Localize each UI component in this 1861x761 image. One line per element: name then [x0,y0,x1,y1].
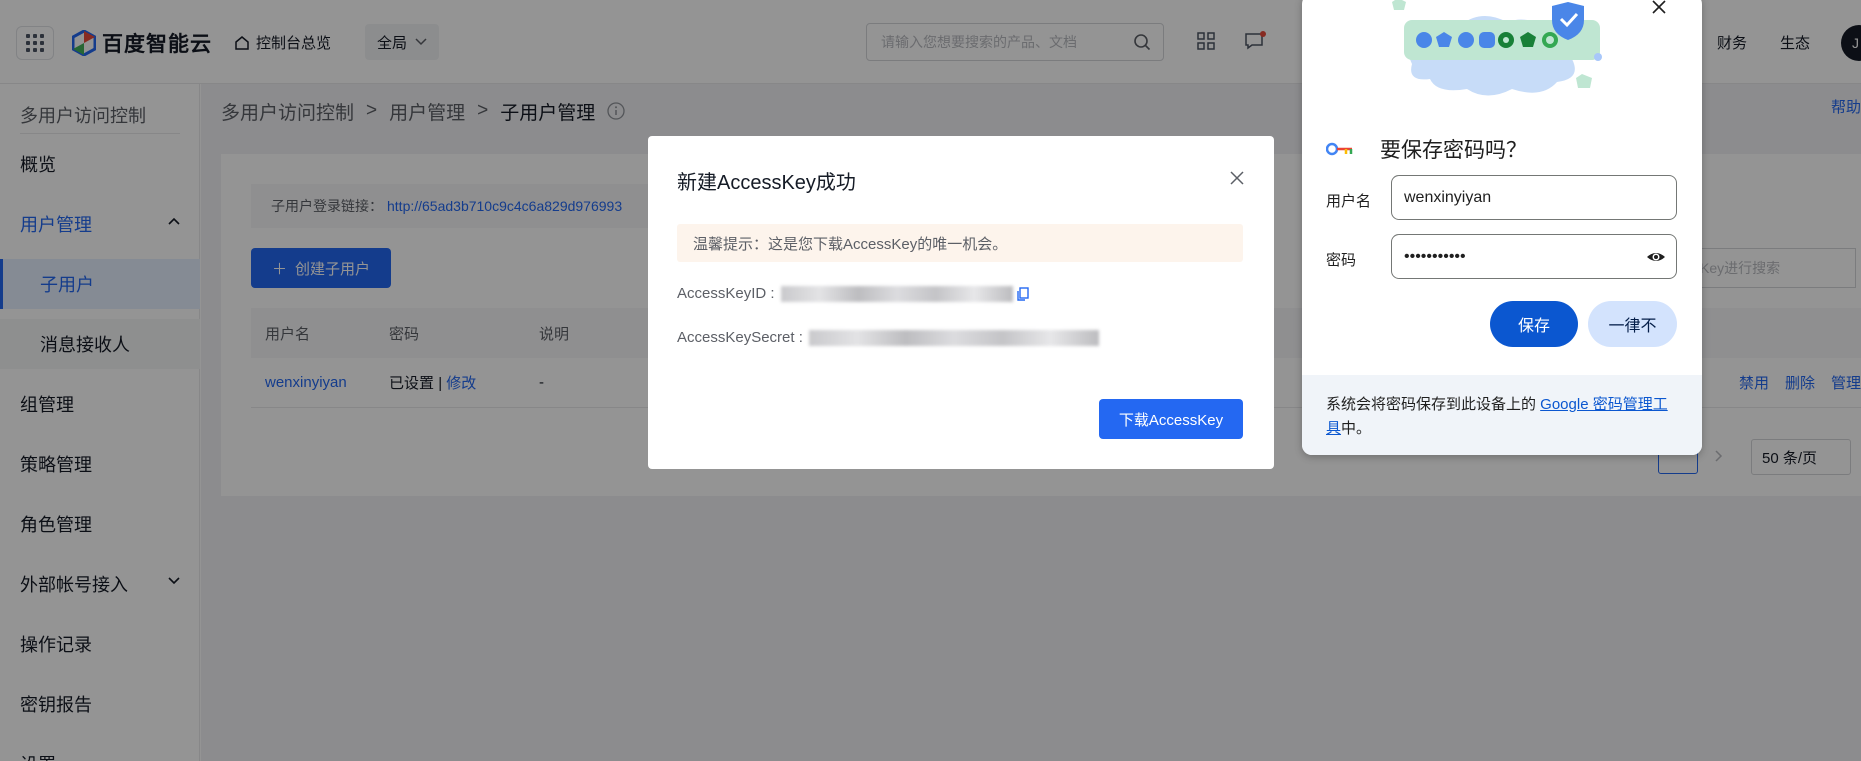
accesskey-id-value-redacted [780,285,1013,302]
accesskey-id-label: AccessKeyID : [677,285,775,302]
dialog-title: 新建AccessKey成功 [677,172,856,194]
key-icon [1326,142,1353,156]
accesskey-secret-label: AccessKeySecret : [677,329,803,346]
copy-icon[interactable] [1016,286,1029,301]
footer-prefix: 系统会将密码保存到此设备上的 [1326,396,1541,413]
password-value: ••••••••••• [1404,247,1466,265]
download-accesskey-button[interactable]: 下载AccessKey [1099,399,1243,439]
accesskey-secret-row: AccessKeySecret : [677,329,1099,346]
warning-tip: 温馨提示：这是您下载AccessKey的唯一机会。 [677,224,1243,262]
save-password-footer: 系统会将密码保存到此设备上的 Google 密码管理工具中。 [1302,375,1702,455]
footer-suffix: 中。 [1341,420,1372,437]
accesskey-id-row: AccessKeyID : [677,285,1029,302]
password-label: 密码 [1326,252,1357,269]
eye-icon[interactable] [1646,247,1666,267]
close-icon[interactable] [1229,170,1245,186]
password-field[interactable]: ••••••••••• [1391,234,1677,279]
username-value: wenxinyiyan [1404,188,1492,206]
close-icon[interactable] [1652,0,1666,14]
accesskey-success-dialog: 新建AccessKey成功 温馨提示：这是您下载AccessKey的唯一机会。 … [648,136,1274,469]
save-password-title: 要保存密码吗？ [1380,139,1527,162]
accesskey-secret-value-redacted [808,329,1099,346]
save-password-button[interactable]: 保存 [1490,301,1578,347]
username-field[interactable]: wenxinyiyan [1391,175,1677,220]
never-save-button[interactable]: 一律不 [1588,301,1677,347]
save-password-popup: 要保存密码吗？ 用户名 wenxinyiyan 密码 ••••••••••• 保… [1302,0,1702,455]
password-illustration [1392,0,1602,96]
username-label: 用户名 [1326,193,1372,210]
